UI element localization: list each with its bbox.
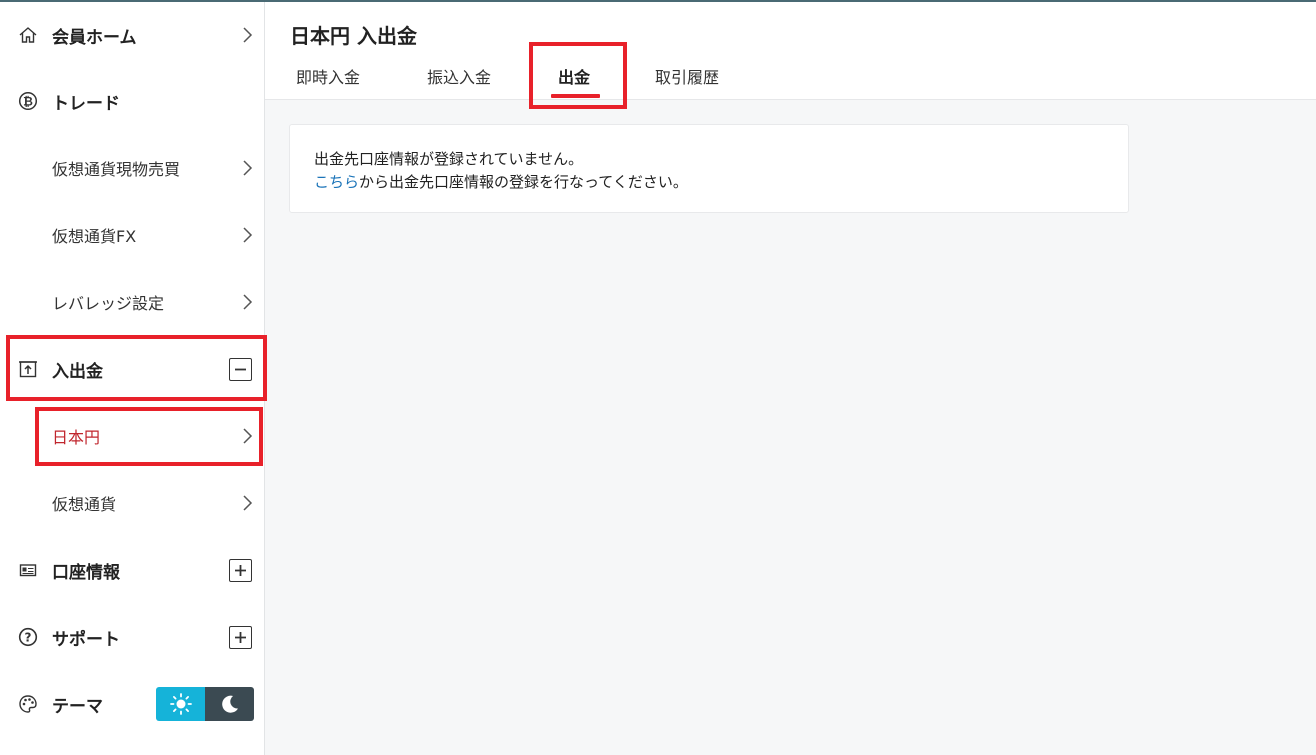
sidebar-item-label: テーマ: [52, 696, 103, 717]
chevron-right-icon: [243, 495, 253, 511]
sidebar-item-label: トレード: [52, 93, 120, 114]
page-header: 日本円 入出金 即時入金 振込入金 出金 取引履歴: [265, 2, 1316, 100]
tab-instant-deposit[interactable]: 即時入金: [296, 64, 360, 88]
plus-icon: [235, 631, 246, 643]
page-title: 日本円 入出金: [290, 24, 417, 48]
tab-bank-transfer-deposit[interactable]: 振込入金: [427, 64, 491, 88]
sidebar-item-trade[interactable]: ₿ トレード: [0, 68, 264, 134]
minus-icon: [235, 368, 246, 370]
theme-toggle[interactable]: [156, 687, 254, 721]
palette-icon: [17, 693, 39, 715]
moon-icon: [221, 695, 238, 713]
sidebar-item-label: 日本円: [52, 428, 101, 447]
tab-transaction-history[interactable]: 取引履歴: [655, 64, 719, 88]
sidebar-item-label: 会員ホーム: [52, 27, 137, 48]
id-card-icon: [17, 559, 39, 581]
sidebar-item-crypto-fx[interactable]: 仮想通貨FX: [0, 202, 264, 268]
chevron-right-icon: [243, 27, 253, 43]
plus-icon: [235, 564, 246, 576]
chevron-right-icon: [243, 160, 253, 176]
sun-icon: [169, 693, 192, 715]
register-account-link[interactable]: こちら: [314, 173, 359, 191]
expand-button[interactable]: [229, 625, 252, 649]
notice-card: 出金先口座情報が登録されていません。 こちらから出金先口座情報の登録を行なってく…: [289, 124, 1129, 213]
chevron-right-icon: [243, 227, 253, 243]
sidebar-item-label: レバレッジ設定: [52, 294, 165, 313]
help-icon: ?: [17, 626, 39, 648]
sidebar-item-label: 入出金: [52, 361, 103, 382]
notice-line-2: こちらから出金先口座情報の登録を行なってください。: [314, 171, 688, 192]
active-tab-indicator: [551, 94, 600, 98]
sidebar-item-label: 仮想通貨現物売買: [52, 160, 181, 179]
notice-line-1: 出金先口座情報が登録されていません。: [314, 150, 584, 168]
sidebar-item-label: 口座情報: [52, 562, 120, 583]
sidebar-item-label: サポート: [52, 629, 120, 650]
sidebar: 会員ホーム ₿ トレード 仮想通貨現物売買 仮想通貨FX レバレッジ設定 入出金…: [0, 2, 265, 755]
sidebar-item-account-info[interactable]: 口座情報: [0, 537, 264, 603]
bitcoin-icon: ₿: [17, 90, 39, 112]
dark-theme-button[interactable]: [205, 687, 254, 721]
sidebar-item-home[interactable]: 会員ホーム: [0, 2, 264, 68]
chevron-right-icon: [243, 294, 253, 310]
sidebar-item-label: 仮想通貨: [52, 495, 117, 514]
expand-button[interactable]: [229, 558, 252, 582]
sidebar-item-deposit-withdraw[interactable]: 入出金: [0, 336, 264, 402]
sidebar-item-label: 仮想通貨FX: [52, 227, 137, 246]
sidebar-item-crypto[interactable]: 仮想通貨: [0, 470, 264, 536]
sidebar-item-leverage-settings[interactable]: レバレッジ設定: [0, 269, 264, 335]
deposit-box-icon: [17, 358, 39, 380]
chevron-right-icon: [243, 428, 253, 444]
sidebar-item-spot-trading[interactable]: 仮想通貨現物売買: [0, 135, 264, 201]
collapse-button[interactable]: [229, 357, 252, 381]
notice-line-2-text: から出金先口座情報の登録を行なってください。: [359, 173, 688, 191]
light-theme-button[interactable]: [156, 687, 205, 721]
home-icon: [17, 24, 39, 46]
sidebar-item-jpy[interactable]: 日本円: [0, 403, 264, 469]
svg-text:₿: ₿: [23, 95, 33, 109]
sidebar-item-support[interactable]: ? サポート: [0, 604, 264, 670]
tab-withdraw[interactable]: 出金: [558, 64, 590, 88]
svg-text:?: ?: [25, 631, 32, 645]
